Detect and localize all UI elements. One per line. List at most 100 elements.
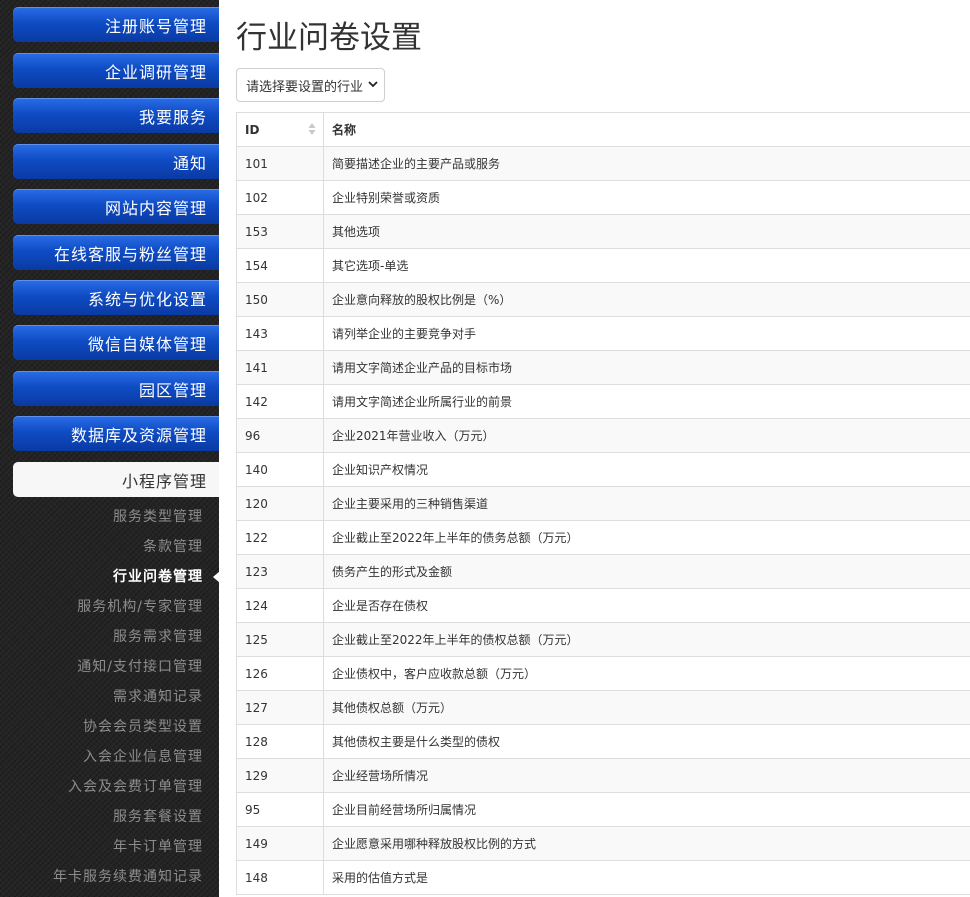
sub-item-demand-notify-log[interactable]: 需求通知记录: [0, 685, 203, 709]
sub-item-member-company-info[interactable]: 入会企业信息管理: [0, 745, 203, 769]
chevron-down-icon: [368, 79, 378, 92]
table-row[interactable]: 95 企业目前经营场所归属情况: [237, 792, 970, 827]
sidebar: 注册账号管理 企业调研管理 我要服务 通知 网站内容管理 在线客服与粉丝管理 系…: [0, 0, 219, 897]
column-header-id-label: ID: [245, 122, 260, 137]
sub-item-service-packages[interactable]: 服务套餐设置: [0, 805, 203, 829]
cell-id: 149: [237, 826, 324, 861]
table-row[interactable]: 149 企业愿意采用哪种释放股权比例的方式: [237, 826, 970, 861]
cell-id: 126: [237, 656, 324, 691]
cell-id: 142: [237, 384, 324, 419]
cell-id: 153: [237, 214, 324, 249]
table-row[interactable]: 122 企业截止至2022年上半年的债务总额（万元）: [237, 520, 970, 555]
cell-id: 148: [237, 860, 324, 895]
sub-item-service-orgs-experts[interactable]: 服务机构/专家管理: [0, 595, 203, 619]
cell-name: 采用的估值方式是: [323, 860, 970, 895]
cell-name: 其他债权总额（万元）: [323, 690, 970, 725]
cell-name: 企业愿意采用哪种释放股权比例的方式: [323, 826, 970, 861]
table-row[interactable]: 148 采用的估值方式是: [237, 860, 970, 895]
cell-id: 128: [237, 724, 324, 759]
cell-name: 企业2021年营业收入（万元）: [323, 418, 970, 453]
cell-id: 122: [237, 520, 324, 555]
table-row[interactable]: 101 简要描述企业的主要产品或服务: [237, 146, 970, 181]
sub-item-terms[interactable]: 条款管理: [0, 535, 203, 559]
column-header-id[interactable]: ID: [237, 113, 324, 147]
questionnaire-table: ID 名称 101 简要描述企业的主要产品或服务 102 企业特别荣誉或资质 153 其他…: [236, 112, 970, 895]
table-row[interactable]: 102 企业特别荣誉或资质: [237, 180, 970, 215]
cell-id: 141: [237, 350, 324, 385]
cell-name: 企业特别荣誉或资质: [323, 180, 970, 215]
menu-online-support[interactable]: 在线客服与粉丝管理: [13, 235, 219, 270]
sort-icon[interactable]: [308, 122, 316, 136]
caret-left-icon: [213, 571, 220, 583]
table-row[interactable]: 129 企业经营场所情况: [237, 758, 970, 793]
table-row[interactable]: 120 企业主要采用的三种销售渠道: [237, 486, 970, 521]
cell-name: 企业债权中，客户应收款总额（万元）: [323, 656, 970, 691]
sub-item-member-type-settings[interactable]: 协会会员类型设置: [0, 715, 203, 739]
table-row[interactable]: 143 请列举企业的主要竞争对手: [237, 316, 970, 351]
cell-id: 102: [237, 180, 324, 215]
menu-my-services[interactable]: 我要服务: [13, 98, 219, 133]
cell-name: 企业主要采用的三种销售渠道: [323, 486, 970, 521]
sub-item-industry-questionnaire[interactable]: 行业问卷管理: [0, 565, 203, 589]
menu-system-settings[interactable]: 系统与优化设置: [13, 280, 219, 315]
menu-notifications[interactable]: 通知: [13, 144, 219, 179]
sub-item-membership-orders[interactable]: 入会及会费订单管理: [0, 775, 203, 799]
cell-name: 其他选项: [323, 214, 970, 249]
table-row[interactable]: 150 企业意向释放的股权比例是（%）: [237, 282, 970, 317]
table-row[interactable]: 153 其他选项: [237, 214, 970, 249]
menu-mini-program[interactable]: 小程序管理: [13, 462, 219, 497]
table-row[interactable]: 128 其他债权主要是什么类型的债权: [237, 724, 970, 759]
cell-name: 其它选项-单选: [323, 248, 970, 283]
industry-select[interactable]: 请选择要设置的行业: [236, 68, 385, 102]
cell-id: 123: [237, 554, 324, 589]
cell-name: 企业目前经营场所归属情况: [323, 792, 970, 827]
menu-database-resources[interactable]: 数据库及资源管理: [13, 416, 219, 451]
table-row[interactable]: 124 企业是否存在债权: [237, 588, 970, 623]
page-title: 行业问卷设置: [236, 20, 422, 56]
cell-name: 企业截止至2022年上半年的债务总额（万元）: [323, 520, 970, 555]
cell-name: 请列举企业的主要竞争对手: [323, 316, 970, 351]
menu-wechat-media[interactable]: 微信自媒体管理: [13, 325, 219, 360]
table-row[interactable]: 123 债务产生的形式及金额: [237, 554, 970, 589]
industry-select-value: 请选择要设置的行业: [246, 79, 364, 95]
cell-id: 129: [237, 758, 324, 793]
table-row[interactable]: 141 请用文字简述企业产品的目标市场: [237, 350, 970, 385]
sub-item-service-demands[interactable]: 服务需求管理: [0, 625, 203, 649]
cell-id: 154: [237, 248, 324, 283]
table-row[interactable]: 127 其他债权总额（万元）: [237, 690, 970, 725]
sub-item-service-types[interactable]: 服务类型管理: [0, 505, 203, 529]
cell-name: 企业经营场所情况: [323, 758, 970, 793]
sub-item-annual-card-renewal-log[interactable]: 年卡服务续费通知记录: [0, 865, 203, 889]
cell-name: 债务产生的形式及金额: [323, 554, 970, 589]
cell-id: 150: [237, 282, 324, 317]
menu-enterprise-research[interactable]: 企业调研管理: [13, 53, 219, 88]
cell-name: 请用文字简述企业产品的目标市场: [323, 350, 970, 385]
cell-id: 120: [237, 486, 324, 521]
cell-id: 96: [237, 418, 324, 453]
table-row[interactable]: 140 企业知识产权情况: [237, 452, 970, 487]
cell-name: 企业知识产权情况: [323, 452, 970, 487]
cell-name: 企业截止至2022年上半年的债权总额（万元）: [323, 622, 970, 657]
cell-id: 125: [237, 622, 324, 657]
table-row[interactable]: 126 企业债权中，客户应收款总额（万元）: [237, 656, 970, 691]
cell-id: 101: [237, 146, 324, 181]
table-row[interactable]: 142 请用文字简述企业所属行业的前景: [237, 384, 970, 419]
table-row[interactable]: 125 企业截止至2022年上半年的债权总额（万元）: [237, 622, 970, 657]
column-header-name[interactable]: 名称: [323, 113, 970, 147]
sub-item-annual-card-orders[interactable]: 年卡订单管理: [0, 835, 203, 859]
sub-item-notify-payment-api[interactable]: 通知/支付接口管理: [0, 655, 203, 679]
cell-name: 其他债权主要是什么类型的债权: [323, 724, 970, 759]
cell-id: 95: [237, 792, 324, 827]
cell-name: 简要描述企业的主要产品或服务: [323, 146, 970, 181]
cell-name: 企业是否存在债权: [323, 588, 970, 623]
cell-id: 124: [237, 588, 324, 623]
table-row[interactable]: 154 其它选项-单选: [237, 248, 970, 283]
menu-park-management[interactable]: 园区管理: [13, 371, 219, 406]
cell-name: 企业意向释放的股权比例是（%）: [323, 282, 970, 317]
cell-id: 143: [237, 316, 324, 351]
cell-name: 请用文字简述企业所属行业的前景: [323, 384, 970, 419]
menu-register-accounts[interactable]: 注册账号管理: [13, 7, 219, 42]
table-row[interactable]: 96 企业2021年营业收入（万元）: [237, 418, 970, 453]
menu-website-content[interactable]: 网站内容管理: [13, 189, 219, 224]
table-header-row: ID 名称: [237, 113, 970, 147]
